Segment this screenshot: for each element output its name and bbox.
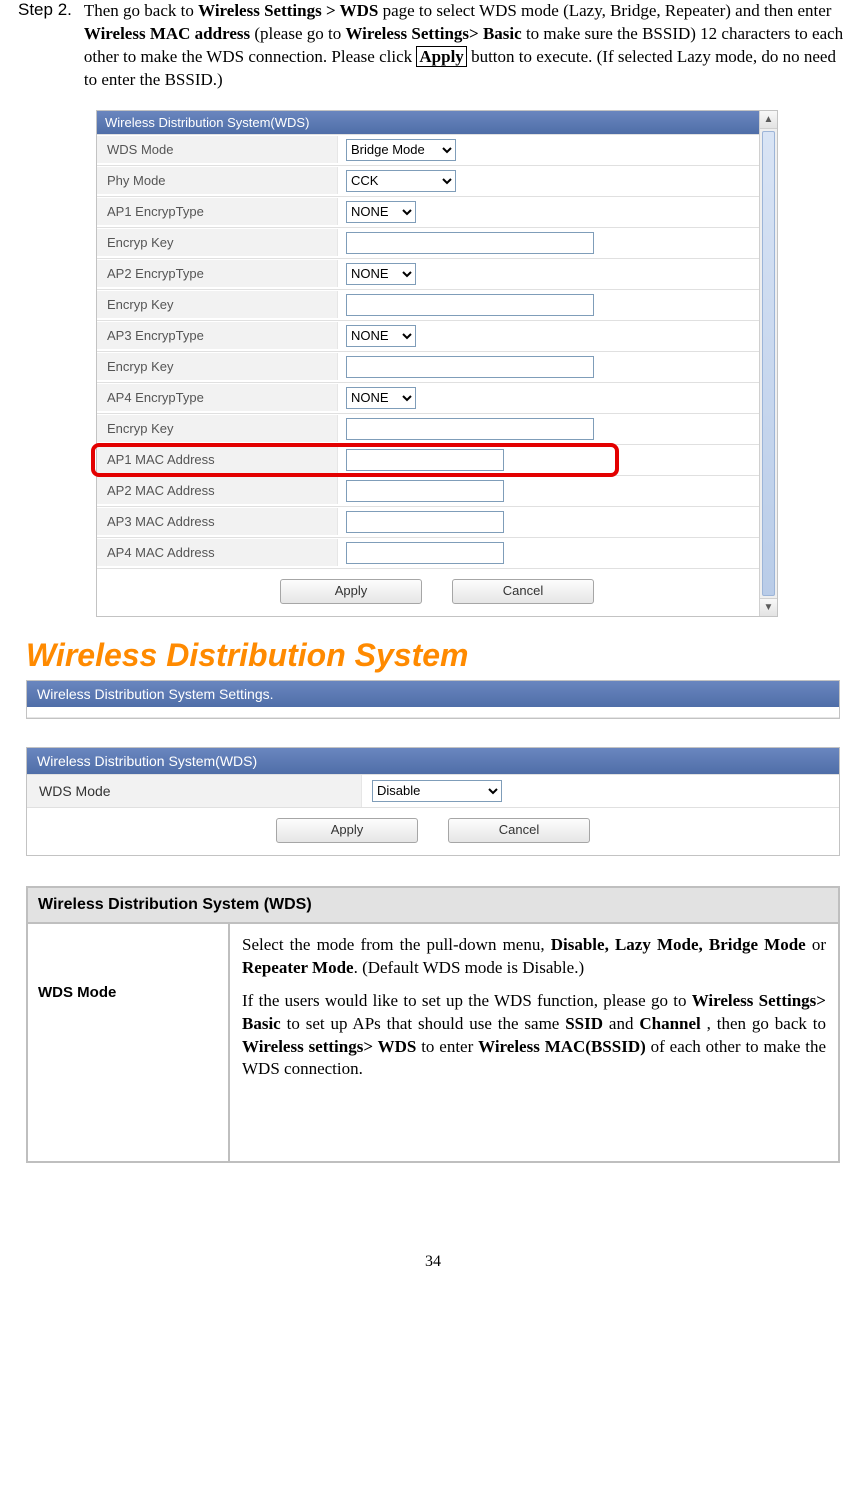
cancel-button-2[interactable]: Cancel: [448, 818, 590, 843]
ap2-mac-label: AP2 MAC Address: [97, 477, 338, 504]
ap1-encryptype-label: AP1 EncrypType: [97, 198, 338, 225]
apply-button[interactable]: Apply: [280, 579, 422, 604]
ap1-mac-input[interactable]: [346, 449, 504, 471]
panel-header: Wireless Distribution System(WDS): [97, 111, 777, 134]
ap4-mac-input[interactable]: [346, 542, 504, 564]
encryp-key-4-label: Encryp Key: [97, 415, 338, 442]
wds-mode-term: WDS Mode: [28, 924, 230, 1162]
ap1-encryptype-select[interactable]: NONE: [346, 201, 416, 223]
scroll-thumb[interactable]: [762, 131, 775, 596]
step-label: Step 2.: [18, 0, 72, 20]
wds-mode-label-2: WDS Mode: [27, 775, 362, 807]
ap4-encryptype-label: AP4 EncrypType: [97, 384, 338, 411]
encryp-key-3-label: Encryp Key: [97, 353, 338, 380]
wds-disable-header: Wireless Distribution System(WDS): [27, 748, 839, 774]
wds-mode-label: WDS Mode: [97, 136, 338, 163]
encryp-key-1-input[interactable]: [346, 232, 594, 254]
wds-mode-description: Select the mode from the pull-down menu,…: [230, 924, 838, 1162]
encryp-key-2-label: Encryp Key: [97, 291, 338, 318]
ap4-encryptype-select[interactable]: NONE: [346, 387, 416, 409]
ap3-encryptype-label: AP3 EncrypType: [97, 322, 338, 349]
cancel-button[interactable]: Cancel: [452, 579, 594, 604]
wds-title: Wireless Distribution System: [26, 637, 848, 674]
scrollbar[interactable]: ▲ ▼: [759, 111, 777, 616]
ap3-mac-input[interactable]: [346, 511, 504, 533]
encryp-key-3-input[interactable]: [346, 356, 594, 378]
wds-disable-panel: Wireless Distribution System(WDS) WDS Mo…: [26, 747, 840, 856]
encryp-key-2-input[interactable]: [346, 294, 594, 316]
wds-settings-panel: Wireless Distribution System Settings.: [26, 680, 840, 719]
ap1-mac-label: AP1 MAC Address: [97, 446, 338, 473]
phy-mode-select[interactable]: CCK: [346, 170, 456, 192]
wds-mode-select-2[interactable]: Disable: [372, 780, 502, 802]
scroll-down-icon[interactable]: ▼: [760, 598, 777, 616]
phy-mode-label: Phy Mode: [97, 167, 338, 194]
ap2-encryptype-select[interactable]: NONE: [346, 263, 416, 285]
apply-reference: Apply: [416, 46, 466, 67]
encryp-key-1-label: Encryp Key: [97, 229, 338, 256]
wds-mode-select[interactable]: Bridge Mode: [346, 139, 456, 161]
step-instruction: Then go back to Wireless Settings > WDS …: [84, 0, 848, 92]
wds-description-table: Wireless Distribution System (WDS) WDS M…: [26, 886, 840, 1164]
ap2-mac-input[interactable]: [346, 480, 504, 502]
ap4-mac-label: AP4 MAC Address: [97, 539, 338, 566]
apply-button-2[interactable]: Apply: [276, 818, 418, 843]
scroll-up-icon[interactable]: ▲: [760, 111, 777, 129]
encryp-key-4-input[interactable]: [346, 418, 594, 440]
wds-config-panel: Wireless Distribution System(WDS) WDS Mo…: [96, 110, 778, 617]
ap3-encryptype-select[interactable]: NONE: [346, 325, 416, 347]
wds-settings-header: Wireless Distribution System Settings.: [27, 681, 839, 707]
page-number: 34: [18, 1253, 848, 1271]
ap1-mac-row-highlight: AP1 MAC Address: [97, 444, 777, 475]
ap2-encryptype-label: AP2 EncrypType: [97, 260, 338, 287]
wds-description-header: Wireless Distribution System (WDS): [28, 888, 838, 924]
ap3-mac-label: AP3 MAC Address: [97, 508, 338, 535]
